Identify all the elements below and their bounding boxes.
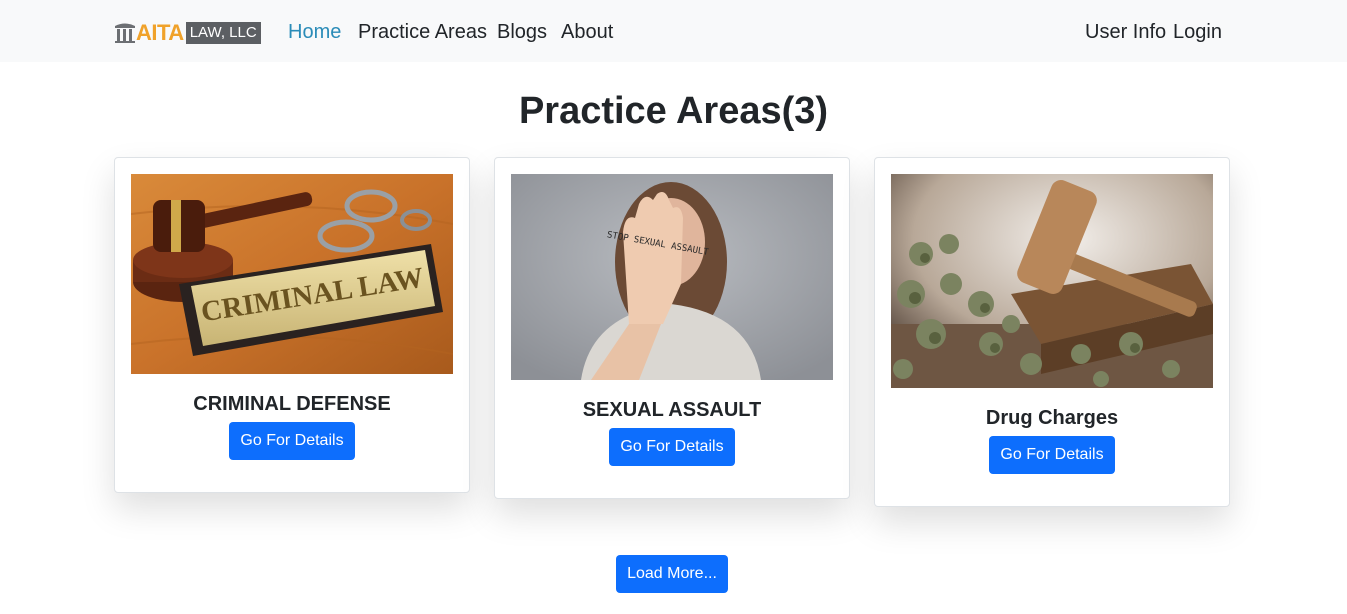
practice-card-criminal-defense: CRIMINAL LAW CRIMINAL DEFENSE Go For Det… <box>114 157 470 493</box>
pillar-icon <box>114 22 136 44</box>
nav-home[interactable]: Home <box>288 20 341 44</box>
practice-card-sexual-assault: STOP SEXUAL ASSAULT SEXUAL ASSAULT Go Fo… <box>494 157 850 499</box>
nav-login[interactable]: Login <box>1173 20 1222 44</box>
page-title: Practice Areas(3) <box>518 90 829 132</box>
practice-card-drug-charges: Drug Charges Go For Details <box>874 157 1230 507</box>
go-for-details-button[interactable]: Go For Details <box>989 436 1115 474</box>
nav-about[interactable]: About <box>561 20 613 44</box>
card-title: Drug Charges <box>985 407 1119 429</box>
drug-charges-image <box>891 174 1213 388</box>
sexual-assault-image: STOP SEXUAL ASSAULT <box>511 174 833 380</box>
card-title: SEXUAL ASSAULT <box>582 399 762 421</box>
nav-practice-areas[interactable]: Practice Areas <box>358 20 487 44</box>
nav-blogs[interactable]: Blogs <box>497 20 547 44</box>
criminal-law-image: CRIMINAL LAW <box>131 174 453 374</box>
go-for-details-button[interactable]: Go For Details <box>229 422 355 460</box>
nav-user-info[interactable]: User Info <box>1085 20 1166 44</box>
brand-logo[interactable]: AITA LAW, LLC <box>114 22 261 44</box>
card-title: CRIMINAL DEFENSE <box>193 393 391 415</box>
brand-name: AITA <box>136 20 184 45</box>
navbar: AITA LAW, LLC Home Practice Areas Blogs … <box>0 0 1347 62</box>
load-more-button[interactable]: Load More... <box>616 555 728 593</box>
brand-suffix: LAW, LLC <box>185 22 261 44</box>
go-for-details-button[interactable]: Go For Details <box>609 428 735 466</box>
